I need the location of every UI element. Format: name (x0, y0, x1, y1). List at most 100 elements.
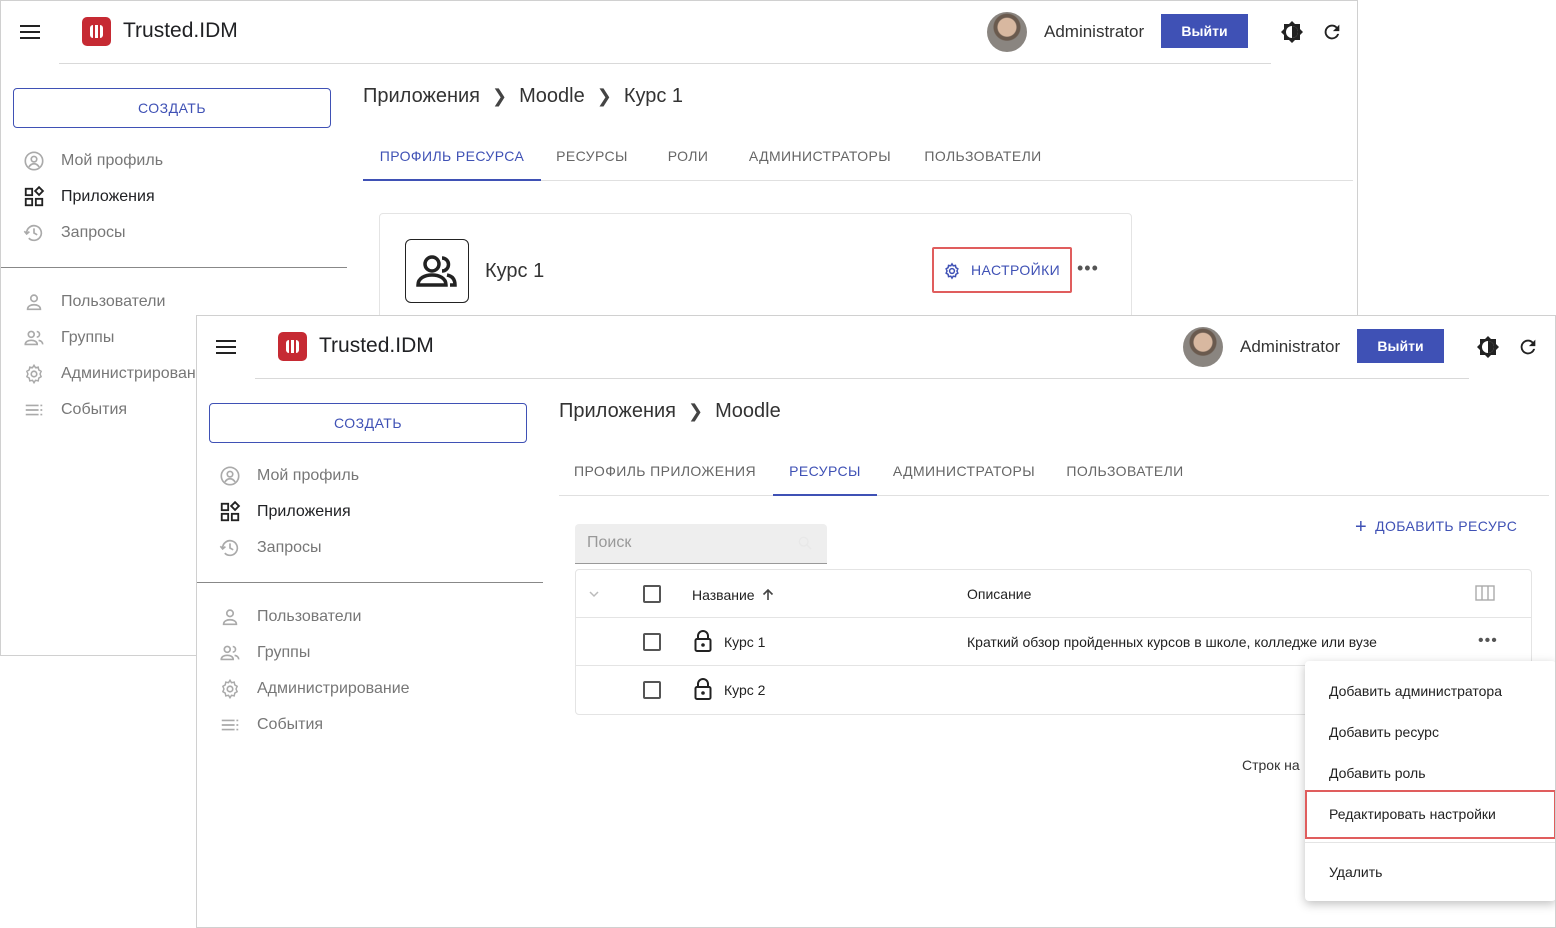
search-icon[interactable] (797, 535, 813, 556)
avatar[interactable] (1183, 327, 1223, 367)
column-header-name-label: Название (692, 587, 755, 603)
application-tabs: ПРОФИЛЬ ПРИЛОЖЕНИЯ РЕСУРСЫ АДМИНИСТРАТОР… (559, 450, 1549, 496)
brand-name: Trusted.IDM (319, 334, 434, 357)
menu-icon[interactable] (216, 338, 236, 354)
plus-icon: + (1355, 516, 1368, 538)
resource-tabs: ПРОФИЛЬ РЕСУРСА РЕСУРСЫ РОЛИ АДМИНИСТРАТ… (363, 135, 1353, 181)
sidebar-item-label: Администрирован (61, 365, 196, 382)
refresh-icon[interactable] (1321, 21, 1343, 48)
menu-divider (1305, 842, 1555, 843)
account-circle-icon (219, 465, 241, 492)
resource-title: Курс 1 (485, 260, 545, 282)
sidebar-item-label: Запросы (257, 539, 322, 556)
breadcrumb-item-moodle[interactable]: Moodle (519, 85, 585, 107)
chevron-right-icon: ❯ (492, 86, 508, 106)
sidebar-item-applications[interactable]: Приложения (197, 497, 537, 527)
sidebar-item-label: Пользователи (61, 293, 166, 310)
sidebar-item-administration[interactable]: Администрирование (197, 674, 537, 704)
column-settings-icon[interactable] (1475, 585, 1495, 606)
menu-icon[interactable] (20, 23, 40, 39)
chevron-down-icon[interactable] (588, 587, 600, 605)
breadcrumb-item-applications[interactable]: Приложения (363, 85, 480, 107)
select-all-checkbox[interactable] (643, 585, 661, 603)
sidebar-item-users[interactable]: Пользователи (1, 287, 341, 317)
sidebar-item-label: Мой профиль (257, 467, 360, 484)
sidebar-item-label: Пользователи (257, 608, 362, 625)
search-field (575, 524, 827, 564)
trusted-idm-logo-icon (82, 17, 111, 46)
add-resource-button[interactable]: + ДОБАВИТЬ РЕСУРС (1355, 514, 1517, 538)
gear-icon (943, 262, 961, 283)
sidebar-item-my-profile[interactable]: Мой профиль (197, 461, 537, 491)
settings-button-label: НАСТРОЙКИ (971, 262, 1061, 278)
application-resources-window: Trusted.IDM Administrator Выйти СОЗДАТЬ … (196, 315, 1556, 928)
sidebar-item-requests[interactable]: Запросы (197, 533, 537, 563)
row-checkbox[interactable] (643, 681, 661, 699)
more-icon[interactable]: ••• (1077, 258, 1099, 279)
breadcrumb: Приложения ❯ Moodle (559, 400, 781, 423)
menu-item-label: Добавить роль (1329, 765, 1426, 781)
sidebar-item-label: Мой профиль (61, 152, 164, 169)
tab-resources[interactable]: РЕСУРСЫ (773, 450, 877, 496)
theme-toggle-icon[interactable] (1476, 335, 1500, 364)
top-bar: Trusted.IDM Administrator Выйти (1, 1, 1357, 63)
menu-item-delete[interactable]: Удалить (1305, 852, 1555, 893)
sidebar-item-applications[interactable]: Приложения (1, 182, 341, 212)
username: Administrator (1044, 22, 1145, 41)
menu-item-label: Редактировать настройки (1329, 806, 1496, 822)
tab-roles[interactable]: РОЛИ (653, 135, 723, 181)
table-header-row: Название Описание (576, 570, 1531, 618)
refresh-icon[interactable] (1517, 336, 1539, 363)
sidebar-item-groups[interactable]: Группы (197, 638, 537, 668)
menu-item-edit-settings[interactable]: Редактировать настройки (1305, 790, 1555, 839)
tab-users[interactable]: ПОЛЬЗОВАТЕЛИ (1057, 450, 1193, 496)
row-name[interactable]: Курс 1 (724, 634, 765, 650)
row-checkbox[interactable] (643, 633, 661, 651)
row-description: Краткий обзор пройденных курсов в школе,… (967, 634, 1377, 650)
person-icon (219, 606, 241, 633)
theme-toggle-icon[interactable] (1280, 20, 1304, 49)
sort-arrow-up-icon (761, 588, 775, 605)
list-icon (219, 714, 241, 741)
tab-resource-profile[interactable]: ПРОФИЛЬ РЕСУРСА (363, 135, 541, 181)
tab-resources[interactable]: РЕСУРСЫ (541, 135, 643, 181)
lock-icon (694, 677, 712, 706)
create-button[interactable]: СОЗДАТЬ (209, 403, 527, 443)
history-icon (23, 222, 45, 249)
settings-button[interactable]: НАСТРОЙКИ (932, 247, 1072, 293)
sidebar-item-requests[interactable]: Запросы (1, 218, 341, 248)
sidebar-item-label: Администрирование (257, 680, 410, 697)
column-header-name[interactable]: Название (692, 586, 775, 603)
more-icon[interactable]: ••• (1478, 632, 1498, 650)
top-bar: Trusted.IDM Administrator Выйти (197, 316, 1555, 378)
breadcrumb-item-applications[interactable]: Приложения (559, 400, 676, 422)
avatar[interactable] (987, 12, 1027, 52)
menu-item-add-administrator[interactable]: Добавить администратора (1305, 671, 1555, 712)
person-icon (23, 291, 45, 318)
history-icon (219, 537, 241, 564)
sidebar-item-label: Группы (257, 644, 311, 661)
apps-grid-icon (23, 185, 45, 213)
sidebar-item-events[interactable]: События (197, 710, 537, 740)
create-button[interactable]: СОЗДАТЬ (13, 88, 331, 128)
search-input[interactable] (575, 524, 795, 562)
logout-button[interactable]: Выйти (1161, 14, 1248, 48)
tab-users[interactable]: ПОЛЬЗОВАТЕЛИ (915, 135, 1051, 181)
column-header-description[interactable]: Описание (967, 586, 1031, 602)
list-icon (23, 399, 45, 426)
row-name[interactable]: Курс 2 (724, 682, 765, 698)
menu-item-add-resource[interactable]: Добавить ресурс (1305, 712, 1555, 753)
sidebar-item-label: Приложения (257, 503, 351, 520)
tab-administrators[interactable]: АДМИНИСТРАТОРЫ (883, 450, 1045, 496)
tab-administrators[interactable]: АДМИНИСТРАТОРЫ (739, 135, 901, 181)
sidebar-item-label: События (61, 401, 128, 418)
sidebar-item-users[interactable]: Пользователи (197, 602, 537, 632)
sidebar-item-label: Приложения (61, 188, 155, 205)
table-row[interactable]: Курс 1 Краткий обзор пройденных курсов в… (576, 618, 1531, 666)
logout-button[interactable]: Выйти (1357, 329, 1444, 363)
sidebar-item-my-profile[interactable]: Мой профиль (1, 146, 341, 176)
menu-item-label: Добавить ресурс (1329, 724, 1439, 740)
breadcrumb: Приложения ❯ Moodle ❯ Курс 1 (363, 85, 683, 108)
tab-application-profile[interactable]: ПРОФИЛЬ ПРИЛОЖЕНИЯ (559, 450, 771, 496)
menu-item-add-role[interactable]: Добавить роль (1305, 753, 1555, 794)
